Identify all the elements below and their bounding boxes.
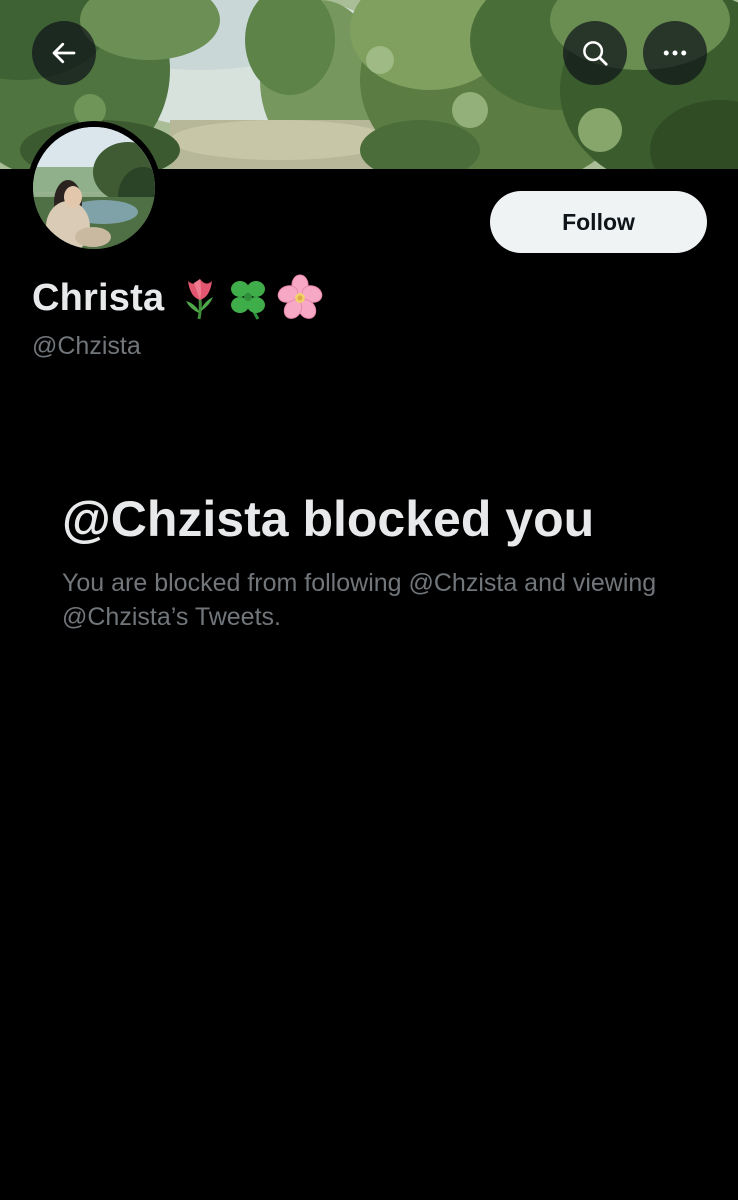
name-emojis [180, 274, 324, 322]
more-options-button[interactable] [643, 21, 707, 85]
avatar-image [33, 127, 155, 249]
back-button[interactable] [32, 21, 96, 85]
follow-button[interactable]: Follow [490, 191, 707, 253]
avatar[interactable] [27, 121, 161, 255]
arrow-left-icon [52, 42, 76, 64]
profile-handle: @Chzista [32, 332, 141, 360]
more-horizontal-icon [663, 50, 687, 56]
cherry-blossom-emoji [278, 274, 323, 319]
search-icon [583, 41, 608, 66]
tulip-emoji [186, 279, 214, 320]
profile-page: Follow Christa @Chzista @Chzista blocked… [0, 0, 738, 1200]
search-button[interactable] [563, 21, 627, 85]
display-name: Christa [32, 276, 165, 319]
profile-name-row: Christa [32, 274, 324, 322]
four-leaf-clover-emoji [231, 281, 266, 320]
blocked-message: @Chzista blocked you You are blocked fro… [62, 488, 702, 634]
blocked-title: @Chzista blocked you [62, 491, 595, 547]
blocked-description: You are blocked from following @Chzista … [62, 569, 657, 631]
